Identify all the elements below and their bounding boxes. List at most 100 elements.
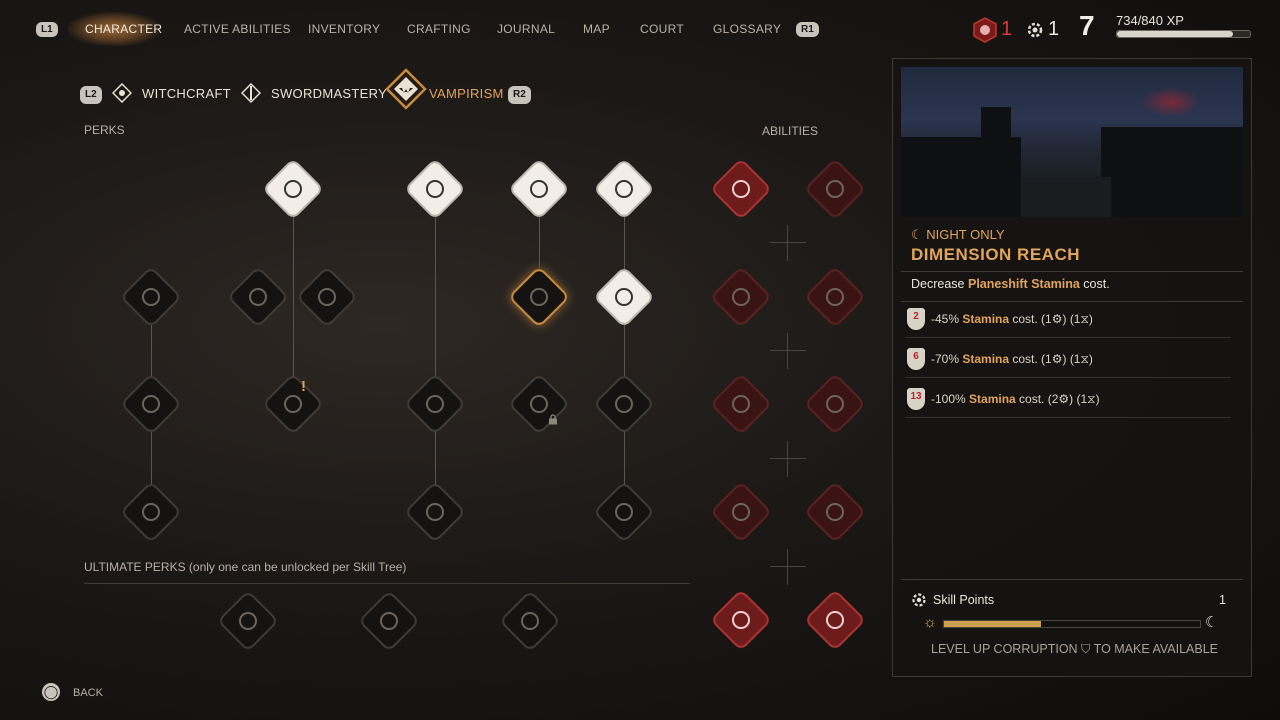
rank-row: 2 -45% Stamina cost. (1⚙) (1⧖) (905, 302, 1241, 338)
perk-node[interactable] (403, 372, 467, 436)
ability-icon (826, 180, 844, 198)
divider (905, 377, 1231, 378)
tree-connector (624, 212, 625, 488)
perk-node[interactable] (119, 372, 183, 436)
divider (901, 271, 1243, 272)
skull-icon (239, 612, 257, 630)
back-button-icon[interactable]: ◯ (42, 683, 60, 701)
rank-cost: cost. (1⚙) (1⧖) (1009, 312, 1093, 326)
ability-icon (826, 395, 844, 413)
perk-node[interactable] (261, 372, 325, 436)
ability-node[interactable] (803, 372, 867, 436)
ability-node[interactable] (709, 372, 773, 436)
rank-cost: cost. (1⚙) (1⧖) (1009, 352, 1093, 366)
ultimate-ability-node[interactable] (709, 588, 773, 652)
tab-court[interactable]: COURT (640, 22, 684, 36)
corruption-bar-fill (944, 621, 1042, 627)
r2-button[interactable]: R2 (508, 86, 531, 104)
tab-journal[interactable]: JOURNAL (497, 22, 555, 36)
perk-node[interactable] (226, 265, 290, 329)
tab-character[interactable]: CHARACTER (85, 22, 162, 36)
perk-node[interactable] (119, 480, 183, 544)
tab-crafting[interactable]: CRAFTING (407, 22, 471, 36)
perk-node[interactable] (507, 157, 571, 221)
claw-icon (826, 611, 844, 629)
ultimate-ability-node[interactable] (803, 588, 867, 652)
tab-map[interactable]: MAP (583, 22, 610, 36)
ruin-shape (981, 107, 1011, 217)
desc-text: Decrease (911, 277, 968, 291)
skill-points-value: 1 (1219, 593, 1226, 607)
unknown-icon (530, 395, 548, 413)
rank-stat: Stamina (962, 352, 1010, 366)
perk-node[interactable] (119, 265, 183, 329)
ability-icon (732, 288, 750, 306)
perk-node-selected[interactable] (507, 265, 571, 329)
r1-button[interactable]: R1 (796, 22, 819, 37)
ability-node[interactable] (803, 265, 867, 329)
tree-connector (539, 212, 540, 268)
ability-cross (770, 549, 806, 585)
slash-icon (732, 611, 750, 629)
rank-row: 13 -100% Stamina cost. (2⚙) (1⧖) (905, 382, 1241, 418)
tab-inventory[interactable]: INVENTORY (308, 22, 380, 36)
perk-node[interactable] (295, 265, 359, 329)
perk-node[interactable] (403, 157, 467, 221)
perk-node[interactable] (261, 157, 325, 221)
ability-preview-image (901, 67, 1243, 217)
corruption-icon (973, 17, 997, 43)
ultimate-perk-node[interactable] (498, 589, 562, 653)
tab-active-abilities[interactable]: ACTIVE ABILITIES (184, 22, 291, 36)
back-label[interactable]: BACK (73, 687, 103, 699)
tab-vampirism[interactable]: VAMPIRISM (429, 86, 504, 101)
detail-panel: ☾ NIGHT ONLY DIMENSION REACH Decrease Pl… (892, 58, 1252, 677)
perk-node-locked[interactable] (507, 372, 571, 436)
ability-title: DIMENSION REACH (911, 245, 1081, 264)
lock-icon (549, 414, 557, 425)
perk-icon (521, 612, 539, 630)
desc-highlight: Planeshift Stamina (967, 277, 1080, 291)
rank-row: 6 -70% Stamina cost. (1⚙) (1⧖) (905, 342, 1241, 378)
perk-icon (142, 395, 160, 413)
ability-node[interactable] (803, 157, 867, 221)
dimension-reach-icon (530, 288, 548, 306)
swordmastery-icon (241, 83, 261, 103)
divider (905, 417, 1231, 418)
fang-burst-icon (732, 180, 750, 198)
ability-icon (732, 503, 750, 521)
perk-node[interactable] (592, 372, 656, 436)
tree-connector (435, 212, 436, 488)
tab-witchcraft[interactable]: WITCHCRAFT (142, 86, 231, 101)
ultimate-perk-node[interactable] (357, 589, 421, 653)
ability-node[interactable] (709, 480, 773, 544)
new-perk-alert: ! (301, 378, 306, 395)
divider (901, 579, 1243, 580)
tab-swordmastery[interactable]: SWORDMASTERY (271, 86, 387, 101)
rank-requirement: 13 (910, 391, 922, 402)
claw-icon (615, 288, 633, 306)
ability-icon (826, 503, 844, 521)
tab-glossary[interactable]: GLOSSARY (713, 22, 781, 36)
ability-node[interactable] (709, 157, 773, 221)
ability-node[interactable] (803, 480, 867, 544)
perk-icon (249, 288, 267, 306)
tree-connector (293, 212, 294, 384)
rank-stat: Stamina (962, 312, 1010, 326)
divider (905, 337, 1231, 338)
ability-description: Decrease Planeshift Stamina cost. (911, 277, 1110, 291)
perk-icon (380, 612, 398, 630)
ultimate-perks-label: ULTIMATE PERKS (only one can be unlocked… (84, 560, 407, 574)
ultimate-perk-node[interactable] (216, 589, 280, 653)
perk-node[interactable] (592, 265, 656, 329)
l1-button[interactable]: L1 (36, 22, 58, 37)
witchcraft-icon (112, 83, 132, 103)
perk-node[interactable] (592, 480, 656, 544)
perk-icon (284, 395, 302, 413)
abilities-label: ABILITIES (762, 124, 819, 138)
perk-node[interactable] (403, 480, 467, 544)
ultimate-divider (84, 583, 690, 584)
perk-node[interactable] (592, 157, 656, 221)
l2-button[interactable]: L2 (80, 86, 102, 104)
ability-node[interactable] (709, 265, 773, 329)
character-level: 7 (1079, 10, 1095, 41)
